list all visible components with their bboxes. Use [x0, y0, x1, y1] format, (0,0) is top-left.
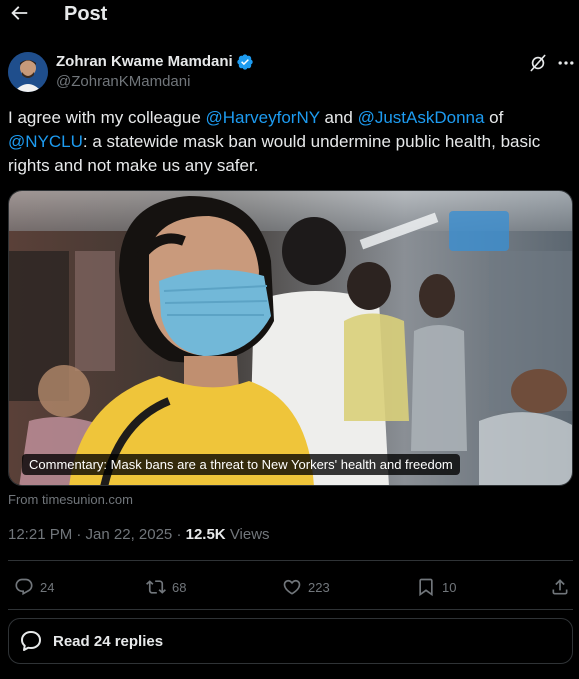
- like-count: 223: [308, 579, 330, 595]
- repost-icon: [146, 580, 166, 594]
- heart-icon: [283, 579, 301, 595]
- divider: [8, 609, 573, 610]
- post-text-segment: and: [319, 108, 358, 127]
- avatar[interactable]: [8, 52, 48, 92]
- action-bar: 24 68 223 10: [0, 570, 579, 604]
- post-text: I agree with my colleague @HarveyforNY a…: [8, 106, 568, 178]
- post-text-segment: : a statewide mask ban would undermine p…: [8, 132, 541, 175]
- bookmark-count: 10: [442, 579, 457, 595]
- author-name[interactable]: Zohran Kwame Mamdani: [56, 53, 233, 70]
- repost-count: 68: [172, 579, 187, 595]
- more-options-icon[interactable]: [556, 53, 576, 73]
- bookmark-icon: [419, 578, 433, 597]
- mention-link-nyclu[interactable]: @NYCLU: [8, 132, 83, 151]
- card-source[interactable]: From timesunion.com: [8, 492, 133, 507]
- views-label: Views: [229, 526, 270, 543]
- read-replies-button[interactable]: Read 24 replies: [8, 618, 573, 664]
- reply-button[interactable]: 24: [14, 570, 54, 604]
- repost-button[interactable]: 68: [146, 570, 186, 604]
- mention-link-justaskdonna[interactable]: @JustAskDonna: [358, 108, 485, 127]
- share-button[interactable]: [550, 570, 570, 604]
- divider: [8, 560, 573, 561]
- reply-icon: [15, 578, 33, 596]
- post-text-segment: I agree with my colleague: [8, 108, 206, 127]
- share-icon: [552, 579, 568, 595]
- mention-link-harveyforny[interactable]: @HarveyforNY: [206, 108, 320, 127]
- reply-count: 24: [40, 579, 55, 595]
- bookmark-button[interactable]: 10: [416, 570, 456, 604]
- top-bar: Post: [0, 0, 579, 30]
- views-count: 12.5K: [185, 526, 226, 543]
- verified-badge-icon: [237, 54, 253, 70]
- page-title: Post: [64, 3, 108, 25]
- post-meta: 12:21 PM · Jan 22, 2025 · 12.5K Views: [8, 526, 270, 543]
- speech-bubble-icon: [21, 631, 41, 651]
- post-text-segment: of: [484, 108, 504, 127]
- read-replies-label: Read 24 replies: [53, 632, 164, 650]
- like-button[interactable]: 223: [282, 570, 330, 604]
- grok-icon[interactable]: [528, 53, 548, 73]
- card-caption[interactable]: Commentary: Mask bans are a threat to Ne…: [22, 454, 460, 475]
- author-handle[interactable]: @ZohranKMamdani: [56, 73, 190, 90]
- back-arrow-icon[interactable]: [8, 2, 30, 24]
- post-timestamp[interactable]: 12:21 PM · Jan 22, 2025 ·: [8, 526, 186, 543]
- link-card-image[interactable]: [8, 190, 573, 486]
